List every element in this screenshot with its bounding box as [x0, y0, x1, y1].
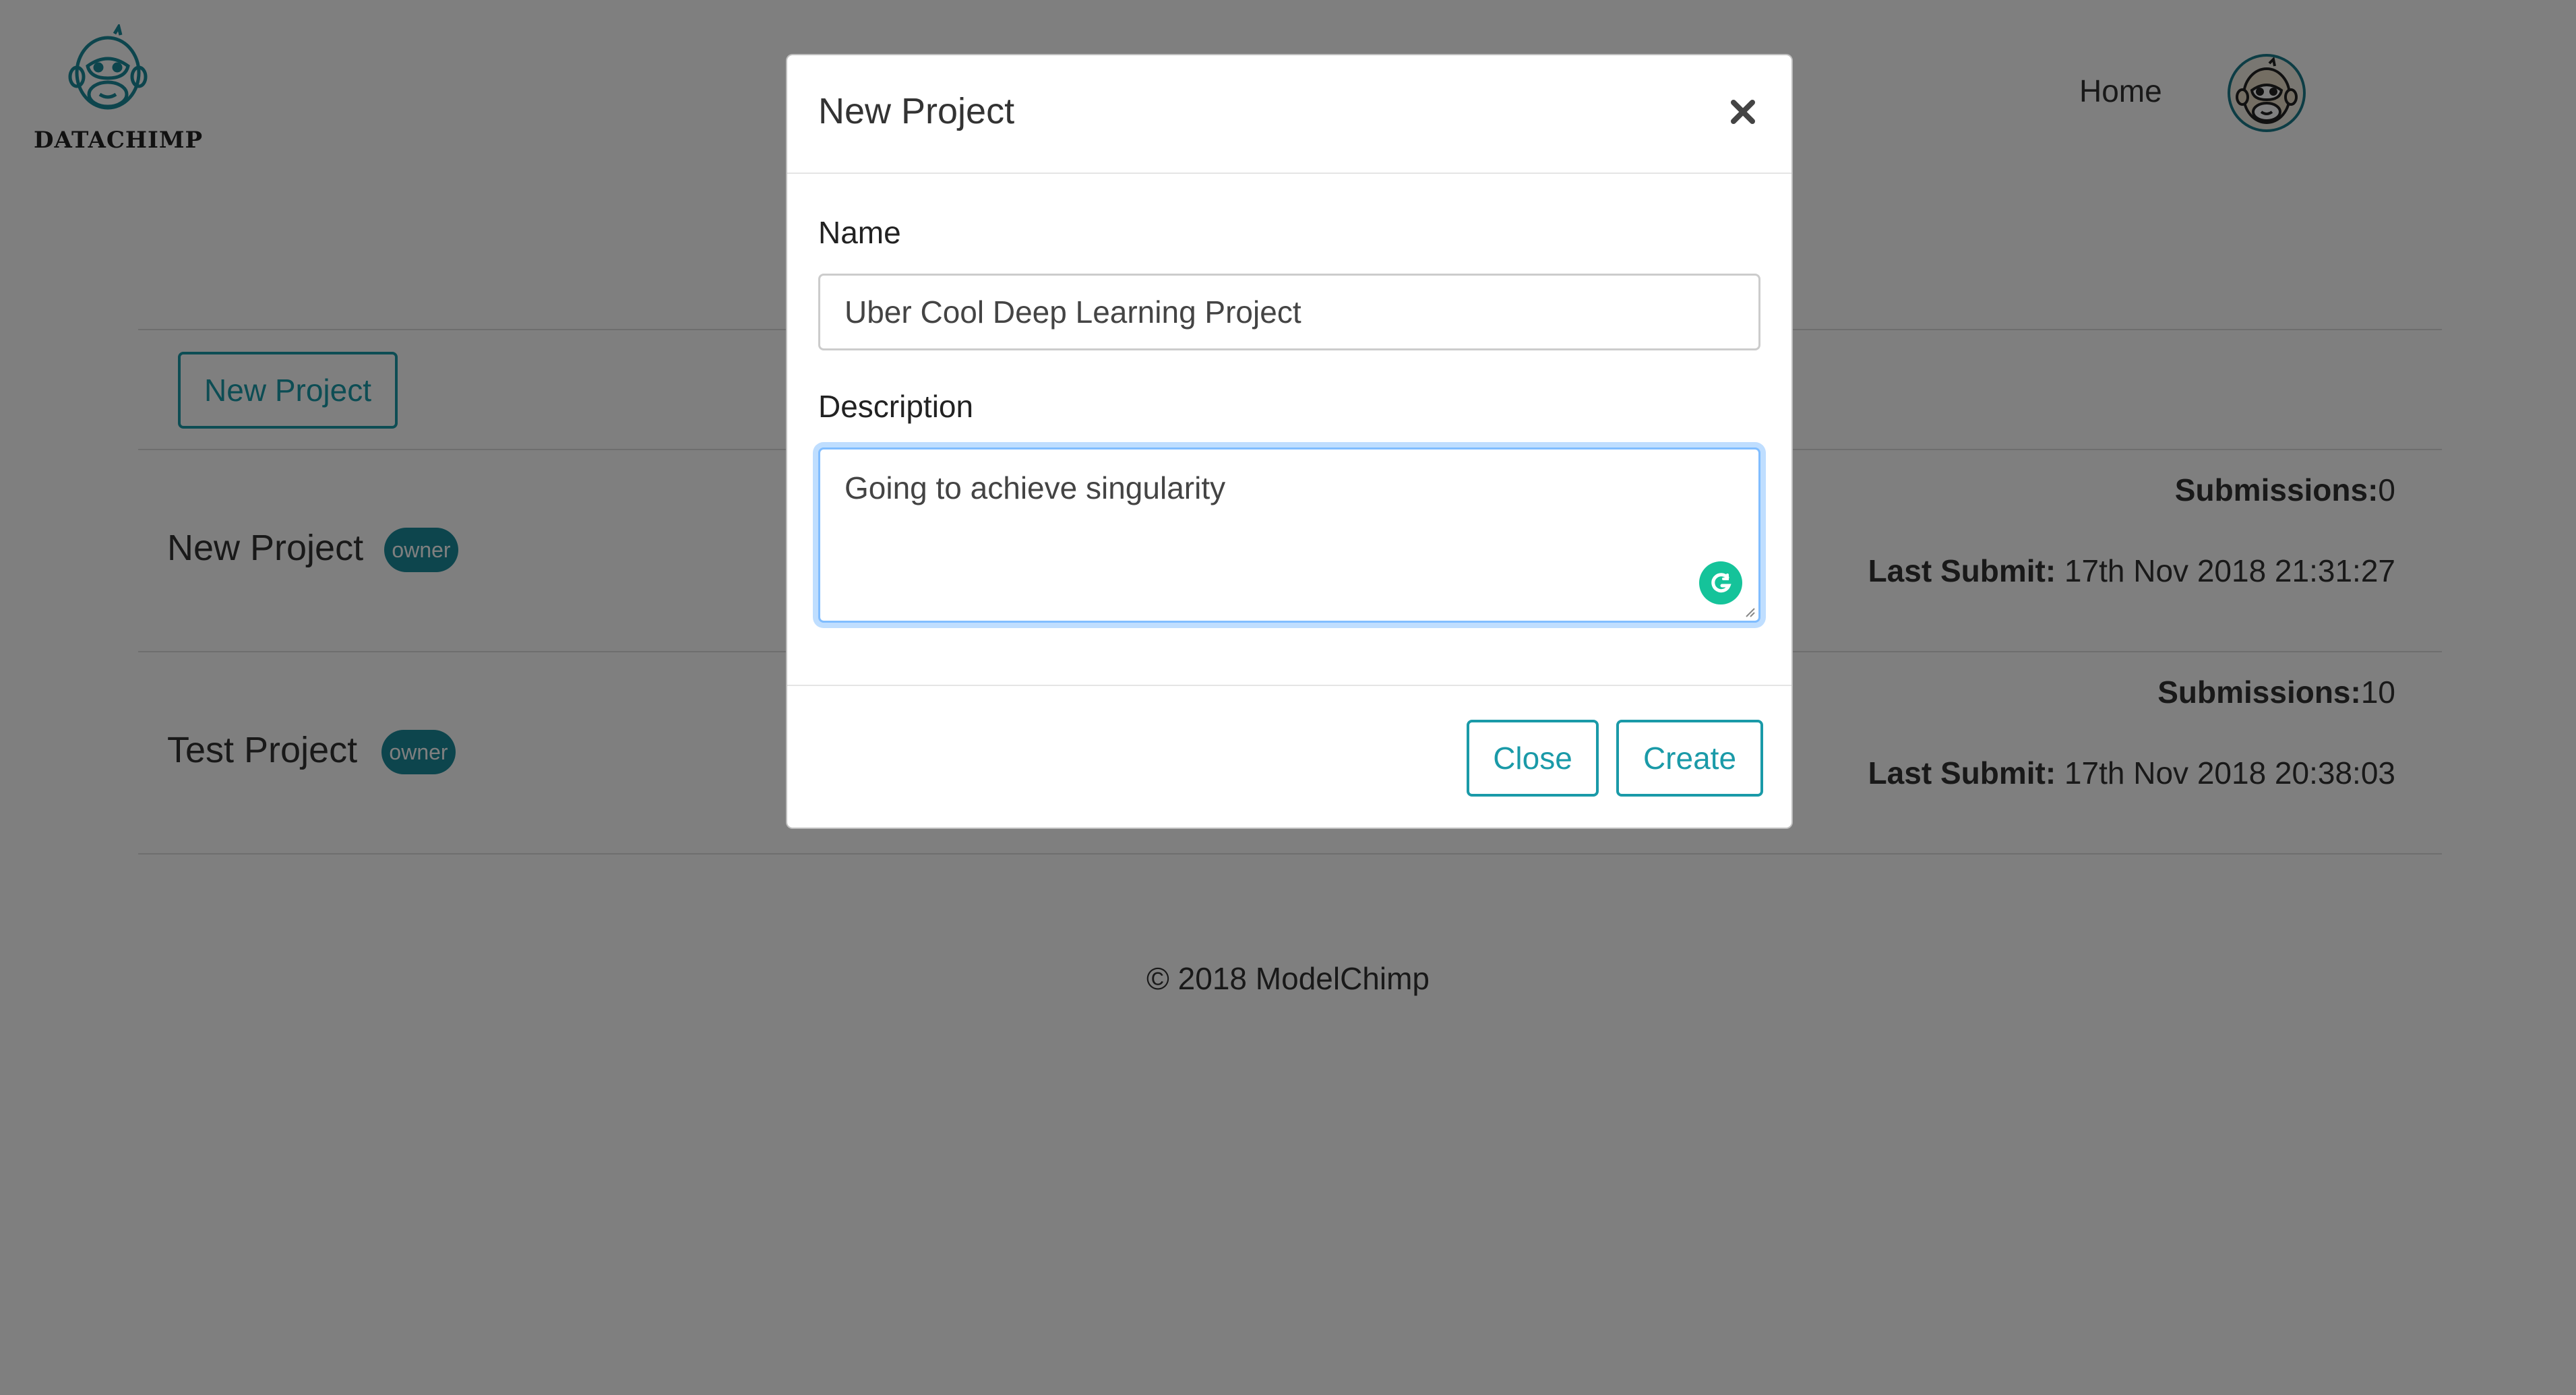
name-input[interactable]: Uber Cool Deep Learning Project: [818, 274, 1760, 350]
modal-close-x-button[interactable]: [1724, 93, 1762, 131]
close-button[interactable]: Close: [1467, 720, 1599, 797]
name-input-value: Uber Cool Deep Learning Project: [845, 294, 1301, 330]
grammarly-g-glyph: [1711, 573, 1731, 593]
page: DATACHIMP Home New Project New Project o…: [0, 0, 2576, 1395]
modal-title: New Project: [818, 91, 1015, 131]
description-textarea-value: Going to achieve singularity: [845, 470, 1226, 505]
new-project-modal: New Project Name Uber Cool Deep Learning…: [786, 54, 1793, 829]
modal-footer-divider: [787, 685, 1791, 686]
create-button[interactable]: Create: [1616, 720, 1763, 797]
description-label: Description: [818, 389, 974, 424]
modal-header: New Project: [787, 55, 1791, 174]
name-label: Name: [818, 215, 901, 250]
resize-handle-icon[interactable]: [1744, 606, 1756, 618]
grammarly-icon[interactable]: [1699, 561, 1742, 604]
description-textarea[interactable]: Going to achieve singularity: [818, 447, 1760, 623]
close-icon: [1731, 100, 1755, 124]
